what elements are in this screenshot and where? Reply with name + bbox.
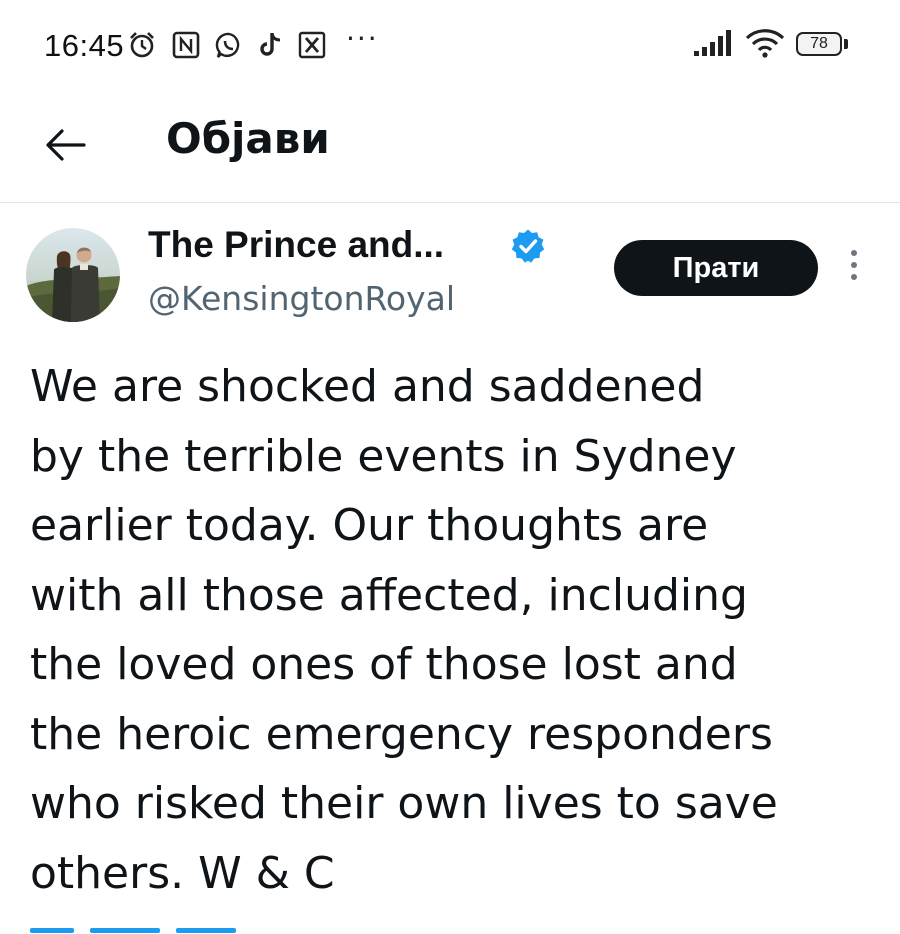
tweet-text-line: We are shocked and saddened [30, 361, 705, 412]
verified-badge-icon [511, 229, 545, 263]
author-handle[interactable]: @KensingtonRoyal [148, 279, 455, 318]
battery-tip [844, 39, 848, 49]
tweet-text-line: who risked their own lives to save [30, 778, 778, 829]
tweet-text-line: by the terrible events in Sydney [30, 430, 737, 482]
status-time: 16:45 [44, 28, 125, 63]
avatar[interactable] [26, 228, 120, 322]
battery-icon: 78 [796, 32, 842, 56]
more-options-icon[interactable] [848, 250, 860, 288]
more-notifications-indicator: ··· [346, 22, 379, 55]
header-divider [0, 202, 900, 203]
x-app-icon [298, 31, 326, 59]
tweet-text-line: with all those affected, including [30, 569, 748, 621]
alarm-icon [130, 32, 154, 58]
whatsapp-icon [215, 32, 240, 58]
tweet-text-line: others. W & C [30, 847, 335, 899]
arrow-left-icon[interactable] [44, 125, 86, 165]
translate-link-cutoff[interactable] [30, 918, 250, 934]
tweet-text-line: the heroic emergency responders [30, 708, 773, 760]
tweet-text: We are shocked and saddened by the terri… [30, 352, 880, 908]
top-app-bar: Објави [0, 90, 900, 202]
follow-button[interactable]: Прати [614, 240, 818, 296]
tiktok-icon [260, 33, 281, 56]
wifi-icon [745, 29, 785, 58]
avatar-photo [26, 228, 120, 322]
tweet-text-line: earlier today. Our thoughts are [30, 500, 709, 551]
tweet-text-line: the loved ones of those lost and [30, 639, 738, 690]
page-title: Објави [166, 114, 330, 163]
nfc-icon [172, 31, 200, 59]
author-display-name[interactable]: The Prince and... [148, 224, 444, 266]
signal-icon [694, 30, 731, 56]
status-bar: 16:45 ··· 78 [0, 0, 900, 90]
